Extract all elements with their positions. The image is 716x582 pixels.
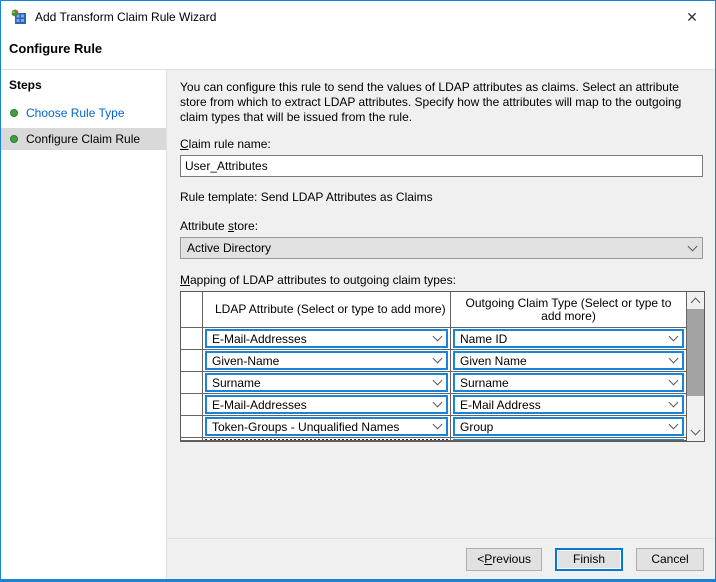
table-row-partial (203, 438, 451, 441)
table-corner-cell (181, 292, 203, 328)
chevron-down-icon (669, 420, 679, 430)
step-label: Choose Rule Type (26, 106, 125, 120)
sidebar-item-configure-claim-rule[interactable]: Configure Claim Rule (1, 128, 166, 150)
table-row: Surname (451, 372, 687, 394)
step-label: Configure Claim Rule (26, 132, 140, 146)
table-row: E-Mail-Addresses (203, 328, 451, 350)
step-bullet-icon (10, 109, 18, 117)
outgoing-claim-select[interactable]: Surname (453, 373, 684, 392)
chevron-down-icon (433, 354, 443, 364)
chevron-down-icon (688, 241, 698, 251)
row-selector[interactable] (181, 394, 203, 416)
chevron-down-icon (669, 376, 679, 386)
ldap-attribute-select[interactable]: Token-Groups - Unqualified Names (205, 417, 448, 436)
row-selector[interactable] (181, 328, 203, 350)
table-row: Name ID (451, 328, 687, 350)
outgoing-claim-select[interactable]: E-Mail Address (453, 395, 684, 414)
table-row: Given-Name (203, 350, 451, 372)
page-title: Configure Rule (1, 33, 715, 69)
outgoing-claim-select[interactable]: Given Name (453, 351, 684, 370)
row-selector[interactable] (181, 372, 203, 394)
chevron-down-icon (669, 354, 679, 364)
cancel-button[interactable]: Cancel (636, 548, 704, 571)
table-row: E-Mail-Addresses (203, 394, 451, 416)
table-row-partial (451, 438, 687, 441)
sidebar-item-choose-rule-type[interactable]: Choose Rule Type (1, 102, 166, 124)
steps-sidebar: Steps Choose Rule Type Configure Claim R… (1, 70, 167, 579)
ldap-attribute-select[interactable]: Given-Name (205, 351, 448, 370)
attribute-store-label: Attribute store: (180, 219, 705, 233)
outgoing-claim-select[interactable] (453, 439, 684, 441)
chevron-down-icon (433, 376, 443, 386)
title-bar: Add Transform Claim Rule Wizard ✕ (1, 1, 715, 33)
ldap-attribute-select[interactable] (205, 439, 448, 441)
table-row: Surname (203, 372, 451, 394)
ldap-attribute-select[interactable]: E-Mail-Addresses (205, 329, 448, 348)
scrollbar-track[interactable] (687, 309, 704, 424)
claim-rule-name-input[interactable] (180, 155, 703, 177)
finish-button[interactable]: Finish (555, 548, 623, 571)
wizard-window: Add Transform Claim Rule Wizard ✕ Config… (0, 0, 716, 582)
attribute-store-select[interactable]: Active Directory (180, 237, 703, 259)
wizard-icon (11, 9, 27, 25)
mapping-table: LDAP Attribute (Select or type to add mo… (180, 291, 705, 442)
step-bullet-icon (10, 135, 18, 143)
ldap-attribute-select[interactable]: Surname (205, 373, 448, 392)
chevron-down-icon (433, 398, 443, 408)
rule-template-text: Rule template: Send LDAP Attributes as C… (180, 190, 705, 204)
ldap-attribute-column-header: LDAP Attribute (Select or type to add mo… (203, 292, 451, 328)
previous-button[interactable]: < Previous (466, 548, 542, 571)
row-selector[interactable] (181, 438, 203, 441)
chevron-down-icon (433, 420, 443, 430)
chevron-down-icon (433, 332, 443, 342)
table-scrollbar[interactable] (687, 292, 704, 441)
scroll-up-icon[interactable] (687, 292, 704, 309)
scroll-down-icon[interactable] (687, 424, 704, 441)
chevron-down-icon (669, 332, 679, 342)
rule-description: You can configure this rule to send the … (180, 80, 705, 125)
content-column: You can configure this rule to send the … (167, 70, 716, 579)
outgoing-claim-select[interactable]: Name ID (453, 329, 684, 348)
table-row: E-Mail Address (451, 394, 687, 416)
button-bar: < Previous Finish Cancel (167, 539, 716, 579)
attribute-store-value: Active Directory (187, 241, 689, 255)
mapping-label: Mapping of LDAP attributes to outgoing c… (180, 273, 705, 287)
table-row: Token-Groups - Unqualified Names (203, 416, 451, 438)
window-title: Add Transform Claim Rule Wizard (35, 10, 216, 24)
main-area: Steps Choose Rule Type Configure Claim R… (1, 69, 715, 579)
steps-heading: Steps (1, 70, 166, 98)
content-panel: You can configure this rule to send the … (167, 70, 716, 538)
ldap-attribute-select[interactable]: E-Mail-Addresses (205, 395, 448, 414)
claim-rule-name-label: Claim rule name: (180, 137, 705, 151)
close-icon[interactable]: ✕ (679, 6, 705, 28)
table-row: Group (451, 416, 687, 438)
row-selector[interactable] (181, 350, 203, 372)
table-row: Given Name (451, 350, 687, 372)
row-selector[interactable] (181, 416, 203, 438)
outgoing-claim-select[interactable]: Group (453, 417, 684, 436)
outgoing-claim-column-header: Outgoing Claim Type (Select or type to a… (451, 292, 687, 328)
chevron-down-icon (669, 398, 679, 408)
scrollbar-thumb[interactable] (687, 309, 704, 396)
